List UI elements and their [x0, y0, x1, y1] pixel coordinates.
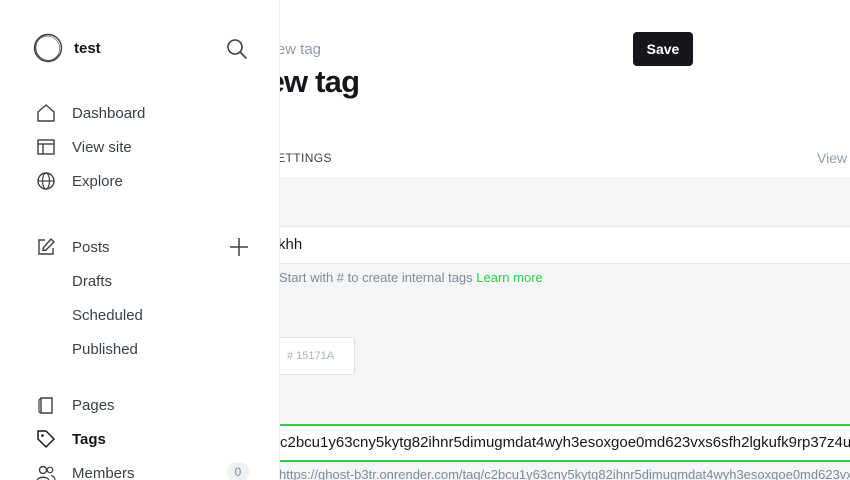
sidebar-item-label: Dashboard — [72, 104, 146, 122]
sidebar-item-tags[interactable]: Tags — [36, 426, 106, 452]
sidebar-item-explore[interactable]: Explore — [36, 168, 123, 194]
sidebar-item-label: View site — [72, 138, 132, 156]
sidebar-item-label: Members — [72, 464, 135, 480]
sidebar-item-view-site[interactable]: View site — [36, 134, 132, 160]
slug-input[interactable]: c2bcu1y63cny5kytg82ihnr5dimugmdat4wyh3es… — [240, 424, 850, 462]
sidebar-item-drafts[interactable]: Drafts — [72, 268, 112, 294]
sidebar-item-label: Drafts — [72, 272, 113, 290]
color-prefix: # — [287, 350, 294, 362]
tag-icon — [36, 429, 56, 449]
tag-name-value: khh — [278, 236, 303, 253]
layout-icon — [36, 137, 56, 157]
new-post-icon[interactable] — [229, 237, 249, 257]
learn-more-link[interactable]: Learn more — [476, 270, 542, 285]
sidebar: test Dashboard View site Explore Posts D… — [0, 0, 280, 480]
slug-url-preview: https://ghost-b3tr.onrender.com/tag/c2bc… — [279, 467, 850, 480]
site-name: test — [74, 39, 101, 57]
site-logo-icon — [33, 33, 63, 63]
sidebar-item-label: Posts — [72, 238, 110, 256]
globe-icon — [36, 171, 56, 191]
sidebar-item-members[interactable]: Members — [36, 460, 135, 480]
members-count-badge: 0 — [227, 462, 249, 480]
name-hint: Start with # to create internal tags Lea… — [279, 270, 543, 285]
tag-name-input[interactable]: khh — [240, 226, 850, 264]
members-icon — [36, 463, 56, 480]
search-icon[interactable] — [226, 38, 248, 60]
view-tag-link[interactable]: View — [817, 150, 847, 166]
sidebar-item-published[interactable]: Published — [72, 336, 138, 362]
slug-value: c2bcu1y63cny5kytg82ihnr5dimugmdat4wyh3es… — [280, 434, 850, 451]
sidebar-item-pages[interactable]: Pages — [36, 392, 115, 418]
sidebar-item-label: Pages — [72, 396, 115, 414]
pages-icon — [36, 395, 56, 415]
edit-icon — [36, 237, 56, 257]
sidebar-item-label: Tags — [72, 430, 106, 448]
sidebar-item-scheduled[interactable]: Scheduled — [72, 302, 143, 328]
sidebar-item-label: Explore — [72, 172, 123, 190]
save-button[interactable]: Save — [633, 32, 693, 66]
sidebar-item-dashboard[interactable]: Dashboard — [36, 100, 145, 126]
sidebar-item-label: Published — [72, 340, 138, 358]
hint-text: Start with # to create internal tags — [279, 270, 473, 285]
sidebar-item-posts[interactable]: Posts — [36, 234, 110, 260]
color-placeholder: 15171A — [296, 350, 335, 362]
site-brand[interactable]: test — [33, 33, 101, 63]
home-icon — [36, 103, 56, 123]
sidebar-item-label: Scheduled — [72, 306, 143, 324]
